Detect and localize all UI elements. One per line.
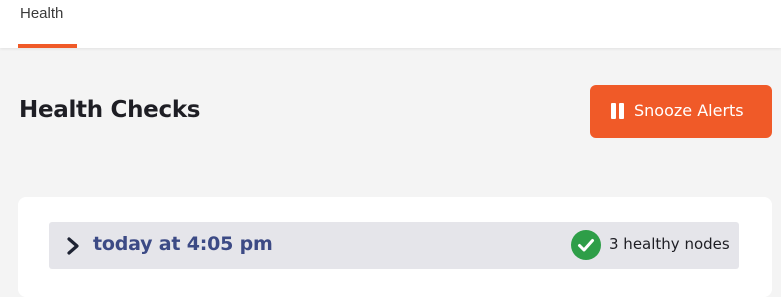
chevron-right-icon[interactable] [66, 237, 80, 255]
health-status-text: 3 healthy nodes [609, 235, 730, 253]
snooze-alerts-button[interactable]: Snooze Alerts [590, 85, 772, 138]
pause-icon [611, 103, 624, 119]
tab-health[interactable]: Health [18, 0, 77, 48]
health-checks-card: today at 4:05 pm 3 healthy nodes [18, 197, 772, 297]
top-nav-bar: Health [0, 0, 781, 48]
snooze-alerts-label: Snooze Alerts [634, 101, 744, 120]
page-title: Health Checks [19, 97, 201, 123]
check-circle-icon [571, 230, 601, 260]
active-tab-indicator [18, 44, 77, 48]
tab-health-label: Health [20, 5, 64, 22]
health-check-time: today at 4:05 pm [93, 233, 273, 255]
health-check-row[interactable]: today at 4:05 pm 3 healthy nodes [49, 222, 739, 269]
